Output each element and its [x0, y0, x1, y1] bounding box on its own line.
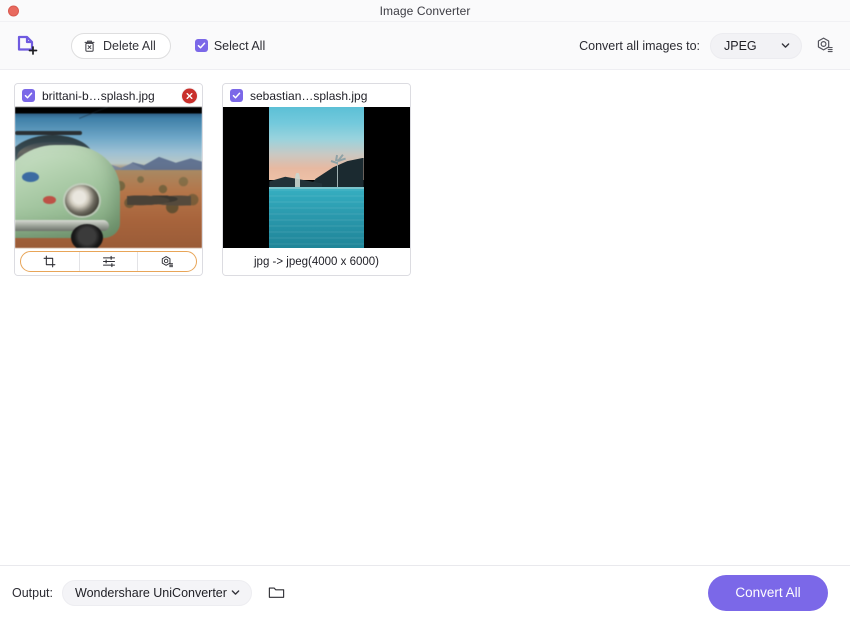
title-bar: Image Converter	[0, 0, 850, 22]
format-dropdown[interactable]: JPEG	[710, 32, 802, 59]
image-converter-window: Image Converter Delete All Select All Co…	[0, 0, 850, 619]
adjust-button[interactable]	[78, 252, 138, 271]
select-all-checkbox[interactable]: Select All	[194, 38, 266, 53]
remove-circle-icon	[186, 92, 193, 99]
remove-image-button[interactable]	[181, 87, 198, 104]
card-thumbnail	[223, 107, 410, 248]
checkmark-icon	[197, 42, 206, 49]
trash-icon	[84, 40, 95, 52]
card-filename: brittani-b…splash.jpg	[42, 88, 155, 103]
card-thumbnail	[15, 107, 202, 248]
gear-hex-icon	[161, 255, 174, 267]
output-value: Wondershare UniConverter	[75, 585, 227, 600]
close-traffic-light-icon[interactable]	[8, 5, 19, 16]
image-card[interactable]: brittani-b…splash.jpg	[14, 83, 203, 276]
delete-all-button[interactable]: Delete All	[71, 32, 171, 59]
card-header: sebastian…splash.jpg	[223, 84, 410, 107]
gear-hex-icon	[817, 37, 833, 53]
card-select-checkbox[interactable]	[230, 89, 243, 102]
checkbox-box	[194, 39, 208, 52]
format-value: JPEG	[724, 38, 757, 53]
card-header: brittani-b…splash.jpg	[15, 84, 202, 107]
settings-button[interactable]	[812, 34, 836, 58]
add-file-icon	[17, 35, 38, 55]
card-action-pill	[20, 251, 197, 272]
convert-format-label: Convert all images to:	[579, 38, 700, 53]
browse-folder-button[interactable]	[265, 582, 287, 604]
thumbnail-infinity-pool-sunset	[223, 107, 410, 248]
checkmark-icon	[232, 92, 241, 99]
card-settings-button[interactable]	[137, 252, 196, 271]
crop-button[interactable]	[21, 252, 79, 271]
image-card-list: brittani-b…splash.jpg sebastian…splash.j…	[0, 70, 850, 565]
card-footer-info: jpg -> jpeg(4000 x 6000)	[223, 248, 410, 275]
output-label: Output:	[12, 585, 53, 600]
output-dropdown[interactable]: Wondershare UniConverter	[62, 579, 252, 606]
folder-icon	[268, 587, 284, 598]
thumbnail-vw-beetle-desert	[15, 107, 202, 248]
conversion-info-text: jpg -> jpeg(4000 x 6000)	[254, 255, 379, 268]
card-footer-actions	[15, 248, 202, 275]
card-filename: sebastian…splash.jpg	[250, 88, 368, 103]
convert-all-button[interactable]: Convert All	[708, 574, 828, 611]
image-card[interactable]: sebastian…splash.jpg jpg -> jpeg(4000 x …	[222, 83, 411, 276]
select-all-label: Select All	[213, 38, 266, 53]
card-select-checkbox[interactable]	[22, 89, 35, 102]
window-title: Image Converter	[379, 3, 471, 18]
chevron-down-icon	[231, 590, 240, 595]
checkmark-icon	[24, 92, 33, 99]
bottom-bar: Output: Wondershare UniConverter Convert…	[0, 565, 850, 619]
toolbar: Delete All Select All Convert all images…	[0, 22, 850, 70]
adjust-sliders-icon	[102, 255, 115, 268]
chevron-down-icon	[781, 43, 790, 48]
delete-all-label: Delete All	[103, 38, 156, 53]
add-file-button[interactable]	[12, 31, 42, 61]
crop-icon	[43, 255, 56, 268]
toolbar-right-group: Convert all images to: JPEG	[579, 32, 836, 59]
